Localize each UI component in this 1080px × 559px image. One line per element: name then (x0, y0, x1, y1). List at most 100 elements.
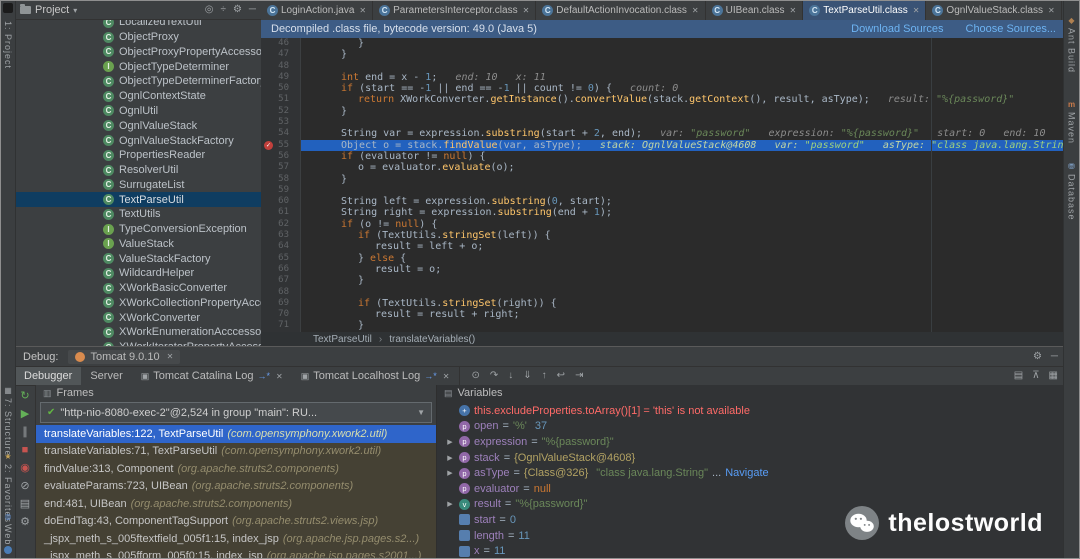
variable-row[interactable]: x = 11 (437, 543, 1066, 559)
get-thread-dump-icon[interactable]: ▤ (20, 498, 30, 510)
resume-icon[interactable]: ▶ (21, 408, 29, 420)
breakpoint-icon[interactable]: ✓ (264, 141, 273, 150)
editor-tab[interactable]: CParametersInterceptor.class✕ (373, 1, 536, 20)
variable-row[interactable]: +this.excludeProperties.toArray()[1] = '… (437, 403, 1066, 419)
editor-tab[interactable]: CLoginAction.java✕ (261, 1, 373, 20)
variable-row[interactable]: pevaluator = null (437, 481, 1066, 497)
code-line[interactable]: 71} (261, 320, 1066, 331)
project-panel-title[interactable]: Project (35, 4, 69, 16)
close-icon[interactable]: ✕ (913, 6, 920, 15)
code-line[interactable]: 62if (o != null) { (261, 219, 1066, 230)
event-log-icon[interactable] (4, 546, 12, 554)
view-breakpoints-icon[interactable]: ◉ (20, 462, 30, 474)
editor-tab[interactable]: CTextParseUtil.class✕ (803, 1, 926, 20)
variable-row[interactable]: ▶pasType = {Class@326} "class java.lang.… (437, 465, 1066, 481)
close-icon[interactable]: ✕ (1048, 6, 1055, 15)
code-line[interactable]: 52} (261, 106, 1066, 117)
expand-arrow-icon[interactable]: ▶ (445, 454, 455, 462)
stack-frame-row[interactable]: translateVariables:71, TextParseUtil(com… (36, 443, 436, 461)
code-line[interactable]: 67} (261, 275, 1066, 286)
expand-arrow-icon[interactable]: ▶ (445, 438, 455, 446)
stack-frame-row[interactable]: doEndTag:43, ComponentTagSupport(org.apa… (36, 513, 436, 531)
variable-row[interactable]: popen = '%' 37 (437, 419, 1066, 435)
debug-tab-localhost-log[interactable]: ▣Tomcat Localhost Log→*✕ (292, 367, 459, 385)
toolwindow-button-maven[interactable]: m Maven (1064, 101, 1079, 144)
variable-row[interactable]: ▶pexpression = "%{password}" (437, 434, 1066, 450)
toolwindow-button-project[interactable]: 1: Project (1, 21, 15, 69)
editor-tab[interactable]: CDefaultActionInvocation.class✕ (536, 1, 705, 20)
code-line[interactable]: 65} else { (261, 253, 1066, 264)
project-tree-item[interactable]: CXWorkConverter (15, 310, 261, 325)
stack-frame-row[interactable]: findValue:313, Component(org.apache.stru… (36, 460, 436, 478)
stack-frame-row[interactable]: evaluateParams:723, UIBean(org.apache.st… (36, 478, 436, 496)
project-tree-item[interactable]: ITypeConversionException (15, 222, 261, 237)
step-over-icon[interactable]: ↷ (490, 371, 498, 381)
code-line[interactable]: 49int end = x - 1; end: 10 x: 11 (261, 72, 1066, 83)
project-tree-item[interactable]: CObjectProxy (15, 30, 261, 45)
code-line[interactable]: 66result = o; (261, 264, 1066, 275)
code-line[interactable]: 56if (evaluator != null) { (261, 151, 1066, 162)
project-tree-item[interactable]: CSurrugateList (15, 177, 261, 192)
project-tree-item[interactable]: CTextUtils (15, 207, 261, 222)
stack-frame-row[interactable]: end:481, UIBean(org.apache.struts2.compo… (36, 495, 436, 513)
code-line[interactable]: 55✓Object o = stack.findValue(var, asTyp… (261, 140, 1066, 151)
project-tree-item[interactable]: CValueStackFactory (15, 251, 261, 266)
project-tree-item[interactable]: COgnlUtil (15, 104, 261, 119)
force-step-into-icon[interactable]: ⇓ (523, 371, 531, 381)
code-line[interactable]: 68 (261, 287, 1066, 298)
settings-gear-icon[interactable]: ⚙ (1033, 352, 1042, 362)
close-icon[interactable]: ✕ (359, 6, 366, 15)
evaluate-expression-icon[interactable]: ▦ (1049, 371, 1058, 381)
project-tree-item[interactable]: CLocalizedTextUtil (15, 20, 261, 30)
code-line[interactable]: 51return XWorkConverter.getInstance().co… (261, 94, 1066, 105)
close-icon[interactable]: ✕ (443, 372, 450, 381)
rerun-icon[interactable]: ↻ (20, 390, 29, 402)
debug-tab-catalina-log[interactable]: ▣Tomcat Catalina Log→*✕ (132, 367, 292, 385)
close-icon[interactable]: ✕ (692, 6, 699, 15)
code-line[interactable]: 69if (TextUtils.stringSet(right)) { (261, 298, 1066, 309)
expand-arrow-icon[interactable]: ▶ (445, 500, 455, 508)
code-line[interactable]: 54String var = expression.substring(star… (261, 128, 1066, 139)
navigate-link[interactable]: Navigate (725, 467, 768, 479)
mute-breakpoints-icon[interactable]: ⊘ (20, 480, 29, 492)
toolwindow-button-structure[interactable]: ▦ 7: Structure (1, 387, 15, 457)
project-tree-item[interactable]: CXWorkBasicConverter (15, 281, 261, 296)
locate-file-icon[interactable]: ◎ (205, 5, 214, 15)
code-line[interactable]: 46} (261, 38, 1066, 49)
code-line[interactable]: 47} (261, 49, 1066, 60)
project-tree-item[interactable]: CObjectProxyPropertyAccessor (15, 45, 261, 60)
expand-arrow-icon[interactable]: ▶ (445, 469, 455, 477)
project-tree-item[interactable]: CWildcardHelper (15, 266, 261, 281)
stack-frame-row[interactable]: _jspx_meth_s_005ftextfield_005f1:15, ind… (36, 530, 436, 548)
breadcrumb-class[interactable]: TextParseUtil (313, 334, 372, 345)
stop-icon[interactable]: ■ (22, 444, 29, 456)
code-line[interactable]: 48 (261, 61, 1066, 72)
project-tree-item[interactable]: IValueStack (15, 236, 261, 251)
dropdown-arrow-icon[interactable]: ▼ (417, 408, 425, 417)
step-out-icon[interactable]: ↑ (542, 371, 547, 381)
pin-tab-icon[interactable]: ⊼ (1032, 371, 1039, 381)
hide-panel-icon[interactable]: ─ (249, 5, 256, 15)
editor-tab[interactable]: COgnlValueStack.class✕ (926, 1, 1061, 20)
code-line[interactable]: 60String left = expression.substring(0, … (261, 196, 1066, 207)
project-tree-item[interactable]: COgnlContextState (15, 89, 261, 104)
code-line[interactable]: 64result = left + o; (261, 241, 1066, 252)
editor-tab[interactable]: CUIBean.class✕ (706, 1, 804, 20)
project-tree-item[interactable]: CXWorkEnumerationAcccessor (15, 325, 261, 340)
show-execution-point-icon[interactable]: ⊙ (472, 371, 480, 381)
project-tree-item[interactable]: IObjectTypeDeterminer (15, 59, 261, 74)
code-editor[interactable]: 46}47}4849int end = x - 1; end: 10 x: 11… (261, 38, 1066, 332)
close-icon[interactable]: ✕ (790, 6, 797, 15)
chevron-down-icon[interactable]: ▾ (73, 6, 77, 15)
project-tree-item[interactable]: CXWorkCollectionPropertyAccessor (15, 296, 261, 311)
close-icon[interactable]: ✕ (276, 372, 283, 381)
project-tree-item[interactable]: CPropertiesReader (15, 148, 261, 163)
code-line[interactable]: 53 (261, 117, 1066, 128)
hide-panel-icon[interactable]: ─ (1051, 352, 1058, 362)
variable-row[interactable]: ▶pstack = {OgnlValueStack@4608} (437, 450, 1066, 466)
code-line[interactable]: 61String right = expression.substring(en… (261, 207, 1066, 218)
debug-tab-debugger[interactable]: Debugger (15, 367, 81, 385)
project-tree-item[interactable]: COgnlValueStackFactory (15, 133, 261, 148)
code-line[interactable]: 59 (261, 185, 1066, 196)
stack-frame-row[interactable]: translateVariables:122, TextParseUtil(co… (36, 425, 436, 443)
